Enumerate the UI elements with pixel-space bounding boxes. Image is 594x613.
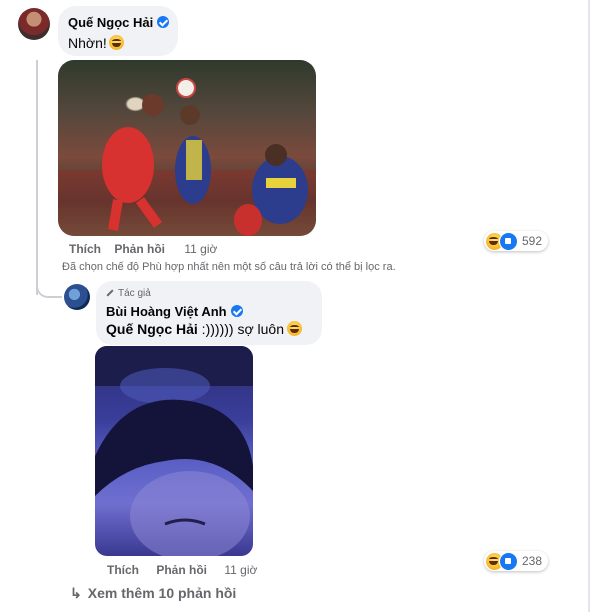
like-icon xyxy=(499,551,518,571)
rofl-emoji-icon xyxy=(108,35,124,50)
pencil-icon xyxy=(106,289,114,297)
reply-photo-selfie[interactable] xyxy=(95,346,253,556)
reply-link[interactable]: Phản hồi xyxy=(156,563,207,577)
reaction-count: 238 xyxy=(522,554,543,568)
reaction-count: 592 xyxy=(522,234,543,248)
like-link[interactable]: Thích xyxy=(107,563,139,577)
reply-author-row: Bùi Hoàng Việt Anh xyxy=(106,303,243,321)
reply-text: :)))))) sợ luôn xyxy=(197,321,284,337)
like-link[interactable]: Thích xyxy=(69,242,101,256)
comment-actions: Thích Phản hồi 11 giờ xyxy=(69,242,217,256)
like-icon xyxy=(499,231,518,251)
comment-bubble: Quế Ngọc Hải Nhờn! xyxy=(58,6,178,56)
author-badge-row: Tác giả xyxy=(106,288,151,299)
timestamp[interactable]: 11 giờ xyxy=(184,242,217,256)
reply-actions: Thích Phản hồi 11 giờ xyxy=(107,563,257,577)
reply-connector-line xyxy=(36,276,62,298)
reply-author[interactable]: Bùi Hoàng Việt Anh xyxy=(106,304,227,319)
reply-text-row: Quế Ngọc Hải :)))))) sợ luôn xyxy=(106,321,302,337)
reply-arrow-icon: ↳ xyxy=(70,585,82,601)
reaction-summary[interactable]: 592 xyxy=(484,231,549,251)
reaction-summary[interactable]: 238 xyxy=(484,551,549,571)
comment-author[interactable]: Quế Ngọc Hải xyxy=(68,15,153,30)
comment-author-row: Quế Ngọc Hải xyxy=(68,14,170,32)
verified-badge-icon xyxy=(157,16,170,28)
football-players-illustration xyxy=(58,78,316,236)
reply-link[interactable]: Phản hồi xyxy=(114,242,165,256)
timestamp[interactable]: 11 giờ xyxy=(224,563,257,577)
selfie-illustration xyxy=(95,346,253,556)
author-badge: Tác giả xyxy=(118,288,151,299)
avatar[interactable] xyxy=(18,8,50,40)
comment-text-row: Nhờn! xyxy=(68,35,124,51)
more-replies-label: Xem thêm 10 phản hồi xyxy=(87,585,237,601)
thread-connector-line xyxy=(36,60,62,295)
comment-text: Nhờn! xyxy=(68,35,107,51)
reply-bubble: Tác giả Bùi Hoàng Việt Anh Quế Ngọc Hải … xyxy=(96,281,322,345)
filter-notice: Đã chọn chế độ Phù hợp nhất nên một số c… xyxy=(62,261,396,273)
more-replies-link[interactable]: ↳ Xem thêm 10 phản hồi xyxy=(70,585,236,602)
verified-badge-icon xyxy=(230,305,243,317)
reply-avatar[interactable] xyxy=(64,284,90,310)
rofl-emoji-icon xyxy=(286,321,302,336)
mention-link[interactable]: Quế Ngọc Hải xyxy=(106,321,198,337)
comment-photo-football[interactable] xyxy=(58,60,316,236)
